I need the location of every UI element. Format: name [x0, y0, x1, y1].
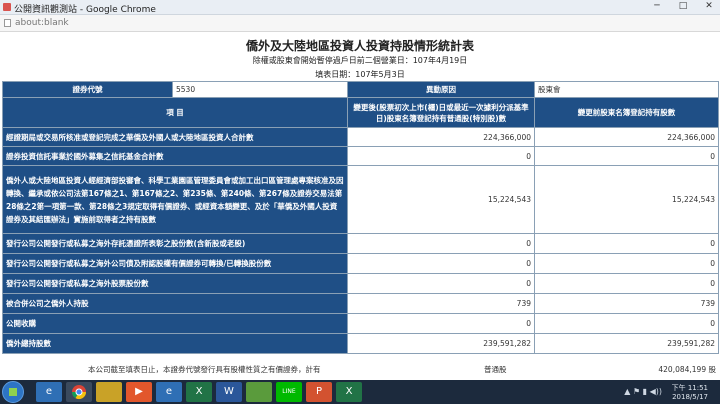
window-controls: ─ □ ✕ — [650, 1, 716, 11]
footnote-text: 本公司截至填表日止，本證券代號發行具有股權性質之有價證券，計有 — [88, 365, 321, 374]
meta-row: 證券代號 5530 異動原因 股東會 — [2, 81, 719, 98]
chrome-icon[interactable] — [66, 382, 92, 402]
clock-time: 下午 11:51 — [671, 384, 708, 392]
row-value-b: 0 — [534, 233, 719, 254]
start-button[interactable] — [2, 381, 24, 403]
report-title: 僑外及大陸地區投資人投資持股情形統計表 — [245, 39, 474, 53]
row-value-a: 239,591,282 — [347, 333, 535, 354]
row-value-a: 15,224,543 — [347, 165, 535, 234]
fill-date: 填表日期：107年5月3日 — [315, 70, 405, 79]
maximize-button[interactable]: □ — [676, 1, 690, 11]
table-row: 發行公司公開發行或私募之海外股票股份數 0 0 — [2, 273, 719, 294]
row-value-b: 0 — [534, 146, 719, 166]
table-row: 僑外人或大陸地區投資人經經濟部投審會、科學工業園區管理委員會或加工出口區管理處專… — [2, 165, 719, 234]
close-button[interactable]: ✕ — [702, 1, 716, 11]
window-title: 公開資訊觀測站 - Google Chrome — [14, 5, 156, 15]
row-value-a: 739 — [347, 293, 535, 314]
report-subtitle: 除權或股東會開始暫停過戶日前二個營業日：107年4月19日 — [252, 56, 468, 65]
row-value-a: 0 — [347, 146, 535, 166]
row-value-b: 15,224,543 — [534, 165, 719, 234]
powerpoint-icon[interactable]: P — [306, 382, 332, 402]
common-stock-label: 普通股 — [484, 365, 507, 374]
item-header: 項 目 — [2, 97, 348, 128]
page-icon — [4, 19, 11, 27]
change-reason-value: 股東會 — [534, 81, 719, 98]
column-a-header: 變更後(股票初次上市(櫃)日或最近一次據利分派基準日)股東名簿登記持有普通股(特… — [347, 97, 535, 128]
row-value-a: 224,366,000 — [347, 127, 535, 147]
row-value-a: 0 — [347, 253, 535, 274]
url-text[interactable]: about:blank — [15, 18, 69, 28]
row-value-a: 0 — [347, 313, 535, 334]
row-label: 公開收購 — [2, 313, 348, 334]
clock-date: 2018/5/17 — [672, 393, 708, 401]
row-label: 發行公司公開發行或私募之海外公司債及附認股權有價證券可轉換/已轉換股份數 — [2, 253, 348, 274]
row-label: 證券投資信託事業於國外募集之信託基金合計數 — [2, 146, 348, 166]
holdings-table: 證券代號 5530 異動原因 股東會 項 目 變更後(股票初次上市(櫃)日或最近… — [2, 81, 719, 354]
ie-icon[interactable]: e — [36, 382, 62, 402]
media-player-icon[interactable]: ▶ — [126, 382, 152, 402]
excel-icon[interactable]: X — [186, 382, 212, 402]
page-content: 僑外及大陸地區投資人投資持股情形統計表 除權或股東會開始暫停過戶日前二個營業日：… — [0, 32, 720, 380]
row-label: 僑外總持股數 — [2, 333, 348, 354]
row-value-b: 0 — [534, 273, 719, 294]
table-row: 發行公司公開發行或私募之海外存託憑證所表彰之股份數(含新股或老股) 0 0 — [2, 233, 719, 254]
header-row: 項 目 變更後(股票初次上市(櫃)日或最近一次據利分派基準日)股東名簿登記持有普… — [2, 97, 719, 128]
taskbar: e ▶ e X W LINE P X ▲ ⚑ ▮ ◀)) 下午 11:51 20… — [0, 380, 720, 404]
row-value-b: 239,591,282 — [534, 333, 719, 354]
address-bar[interactable]: about:blank — [0, 15, 720, 32]
table-row: 經證期局或交易所核准或登記完成之華僑及外國人或大陸地區投資人合計數 224,36… — [2, 127, 719, 147]
stock-code-value: 5530 — [172, 81, 348, 98]
table-row: 證券投資信託事業於國外募集之信託基金合計數 0 0 — [2, 146, 719, 166]
excel2-icon[interactable]: X — [336, 382, 362, 402]
window-titlebar: 公開資訊觀測站 - Google Chrome ─ □ ✕ — [0, 0, 720, 15]
row-label: 被合併公司之僑外人持股 — [2, 293, 348, 314]
change-reason-label: 異動原因 — [347, 81, 535, 98]
table-row: 被合併公司之僑外人持股 739 739 — [2, 293, 719, 314]
row-label: 發行公司公開發行或私募之海外股票股份數 — [2, 273, 348, 294]
row-label: 發行公司公開發行或私募之海外存託憑證所表彰之股份數(含新股或老股) — [2, 233, 348, 254]
table-row: 僑外總持股數 239,591,282 239,591,282 — [2, 333, 719, 354]
line-icon[interactable]: LINE — [276, 382, 302, 402]
file-explorer-icon[interactable] — [96, 382, 122, 402]
row-value-b: 224,366,000 — [534, 127, 719, 147]
common-stock-value: 420,084,199 股 — [658, 365, 716, 374]
site-favicon-icon — [3, 3, 11, 11]
minimize-button[interactable]: ─ — [650, 1, 664, 11]
row-value-b: 739 — [534, 293, 719, 314]
row-value-b: 0 — [534, 313, 719, 334]
row-value-a: 0 — [347, 273, 535, 294]
row-label: 僑外人或大陸地區投資人經經濟部投審會、科學工業園區管理委員會或加工出口區管理處專… — [2, 165, 348, 234]
row-value-a: 0 — [347, 233, 535, 254]
column-b-header: 變更前股東名簿登記持有股數 — [534, 97, 719, 128]
row-value-b: 0 — [534, 253, 719, 274]
row-label: 經證期局或交易所核准或登記完成之華僑及外國人或大陸地區投資人合計數 — [2, 127, 348, 147]
table-row: 公開收購 0 0 — [2, 313, 719, 334]
word-icon[interactable]: W — [216, 382, 242, 402]
stock-code-label: 證券代號 — [2, 81, 173, 98]
ie2-icon[interactable]: e — [156, 382, 182, 402]
system-tray-icons[interactable]: ▲ ⚑ ▮ ◀)) — [624, 387, 662, 396]
table-row: 發行公司公開發行或私募之海外公司債及附認股權有價證券可轉換/已轉換股份數 0 0 — [2, 253, 719, 274]
wechat-icon[interactable] — [246, 382, 272, 402]
